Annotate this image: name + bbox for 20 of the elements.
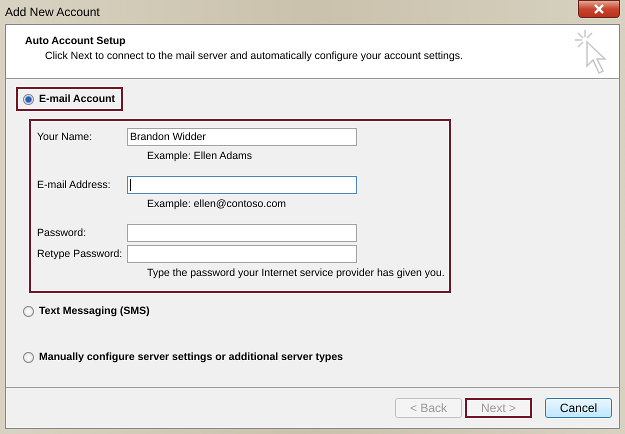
close-button[interactable] (578, 0, 620, 18)
field-label: Password: (37, 226, 88, 238)
field-hint: Example: Ellen Adams (147, 150, 252, 162)
input-field[interactable] (127, 244, 357, 262)
field-label: Your Name: (37, 130, 94, 142)
input-field[interactable] (127, 224, 357, 242)
section-description: Click Next to connect to the mail server and automatically configure your account settings. (44, 50, 463, 62)
field-hint: Type the password your Internet service provider has given you. (147, 267, 445, 279)
radio-option[interactable]: E-mail Account (16, 87, 124, 111)
section-title: Auto Account Setup (25, 35, 127, 47)
dialog-button[interactable]: Cancel (545, 398, 612, 418)
field-hint: Example: ellen@contoso.com (147, 198, 286, 210)
close-icon (593, 4, 605, 14)
window-title: Add New Account (5, 5, 100, 19)
input-field[interactable]: Brandon Widder (127, 128, 357, 146)
radio-option[interactable]: Manually configure server settings or additional server types (16, 345, 352, 369)
input-field[interactable] (127, 176, 357, 194)
radio-option[interactable]: Text Messaging (SMS) (16, 299, 158, 323)
field-label: Retype Password: (37, 248, 124, 260)
field-label: E-mail Address: (37, 178, 112, 190)
